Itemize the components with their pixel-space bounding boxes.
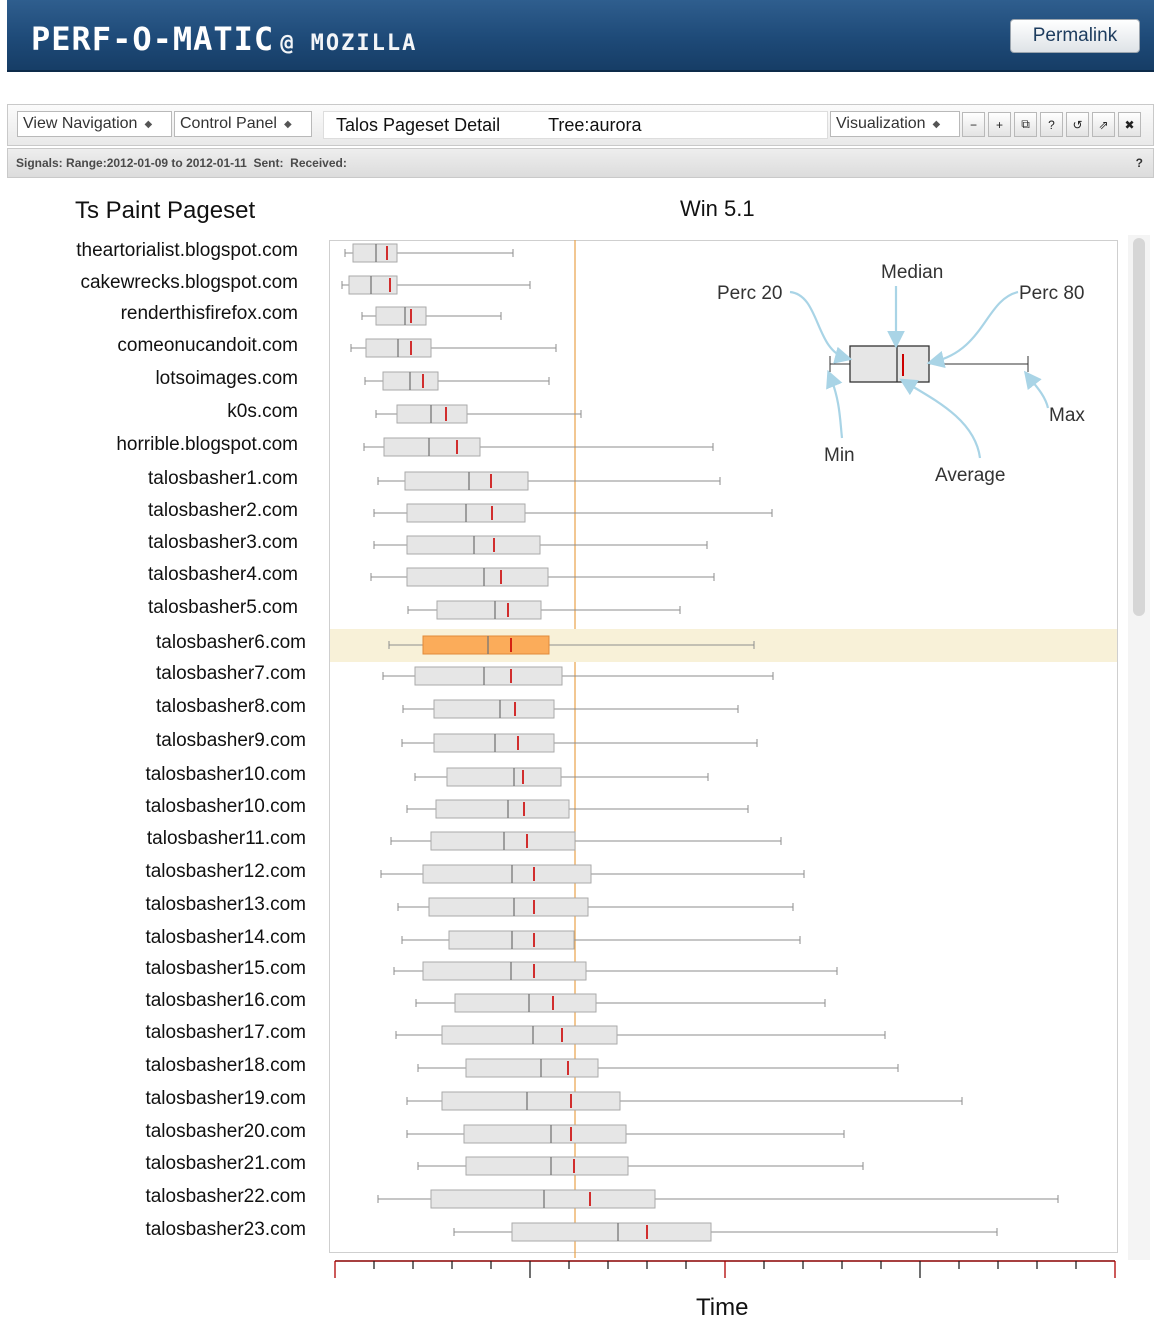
- legend-perc20-label: Perc 20: [717, 283, 782, 304]
- box-rect: [430, 1189, 656, 1209]
- box-rect: [436, 600, 542, 620]
- box-rect: [352, 243, 398, 263]
- box-rect: [465, 1058, 599, 1078]
- box-rect: [433, 699, 555, 719]
- arrow-average: [899, 378, 982, 459]
- box-rect: [465, 1156, 629, 1176]
- box-rect: [375, 306, 427, 326]
- box-rect: [441, 1091, 621, 1111]
- legend-median-label: Median: [881, 262, 943, 283]
- box-rect: [404, 471, 529, 491]
- box-rect: [446, 767, 562, 787]
- arrow-max: [1023, 370, 1050, 409]
- arrow-min: [826, 369, 844, 439]
- box-rect: [414, 666, 563, 686]
- box-rect: [430, 831, 576, 851]
- arrow-perc80: [926, 290, 1019, 369]
- legend-perc80-label: Perc 80: [1019, 283, 1084, 304]
- box-rect: [428, 897, 589, 917]
- box-rect: [433, 733, 555, 753]
- arrow-perc20: [789, 290, 853, 364]
- box-rect: [441, 1025, 618, 1045]
- box-rect: [383, 437, 481, 457]
- box-rect: [422, 635, 550, 655]
- box-rect: [422, 864, 592, 884]
- box-rect: [422, 961, 587, 981]
- box-rect: [511, 1222, 712, 1242]
- x-axis-label: Time: [696, 1294, 749, 1321]
- box-rect: [463, 1124, 627, 1144]
- legend-max-label: Max: [1049, 405, 1085, 426]
- legend-box: [849, 345, 930, 383]
- scrollbar-thumb[interactable]: [1133, 238, 1145, 616]
- box-rect: [435, 799, 570, 819]
- box-plot-chart: Perc 20 Median Perc 80 Min Average Max: [330, 240, 1117, 1278]
- box-rect: [454, 993, 597, 1013]
- box-rect: [396, 404, 468, 424]
- box-rect: [406, 567, 549, 587]
- legend-min-label: Min: [824, 445, 855, 466]
- legend-average-label: Average: [935, 465, 1005, 486]
